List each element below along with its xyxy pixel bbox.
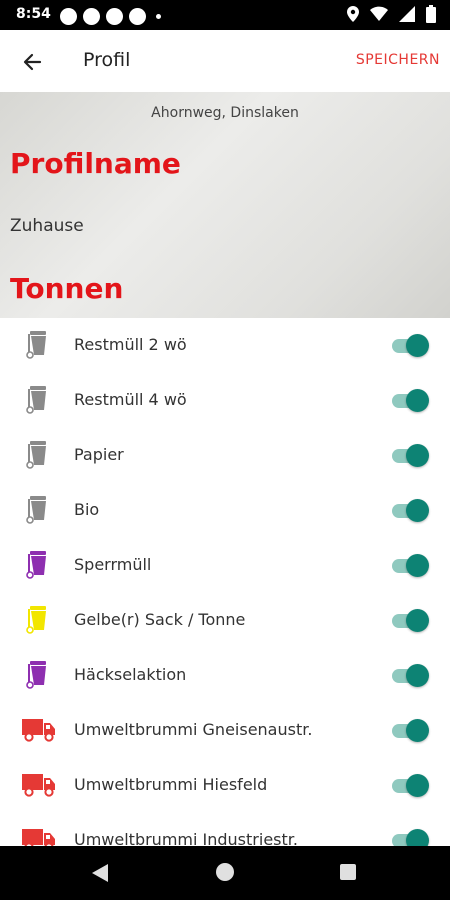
notification-icon <box>83 8 100 25</box>
trash-bin-icon <box>22 385 56 415</box>
bin-toggle[interactable] <box>392 334 430 358</box>
bin-row[interactable]: Umweltbrummi Gneisenaustr. <box>0 703 450 758</box>
battery-icon <box>426 5 436 27</box>
back-arrow-icon[interactable] <box>18 47 48 77</box>
notification-icon <box>60 8 77 25</box>
bin-toggle[interactable] <box>392 609 430 633</box>
trash-bin-icon <box>22 495 56 525</box>
bin-label: Umweltbrummi Hiesfeld <box>74 775 268 794</box>
location-icon <box>346 6 359 26</box>
wifi-icon <box>369 6 388 26</box>
bin-label: Restmüll 4 wö <box>74 390 187 409</box>
notification-icons <box>60 6 161 25</box>
trash-bin-icon <box>22 330 56 360</box>
truck-icon <box>22 825 56 846</box>
status-time: 8:54 <box>16 6 51 22</box>
notification-icon <box>106 8 123 25</box>
bin-row[interactable]: Restmüll 2 wö <box>0 318 450 373</box>
trash-bin-icon <box>22 440 56 470</box>
bin-label: Häckselaktion <box>74 665 187 684</box>
bin-label: Sperrmüll <box>74 555 152 574</box>
status-bar: 8:54 <box>0 0 450 30</box>
bin-toggle[interactable] <box>392 719 430 743</box>
bin-row[interactable]: Umweltbrummi Hiesfeld <box>0 758 450 813</box>
bin-row[interactable]: Sperrmüll <box>0 538 450 593</box>
system-icons <box>341 5 436 27</box>
truck-icon <box>22 770 56 800</box>
truck-icon <box>22 715 56 745</box>
bin-toggle[interactable] <box>392 389 430 413</box>
bin-toggle[interactable] <box>392 499 430 523</box>
page-title: Profil <box>83 49 131 71</box>
app-bar: Profil SPEICHERN <box>0 30 450 93</box>
system-nav-bar <box>0 846 450 900</box>
bin-label: Umweltbrummi Industriestr. <box>74 830 298 846</box>
bin-label: Restmüll 2 wö <box>74 335 187 354</box>
bin-toggle[interactable] <box>392 664 430 688</box>
notification-icon <box>129 8 146 25</box>
nav-back-icon[interactable] <box>92 864 108 886</box>
bin-row[interactable]: Restmüll 4 wö <box>0 373 450 428</box>
bins-list: Restmüll 2 wö Restmüll 4 wö Papier Bio S… <box>0 318 450 846</box>
nav-home-icon[interactable] <box>216 863 234 881</box>
profile-name-field[interactable]: Zuhause <box>10 216 84 236</box>
bin-row[interactable]: Häckselaktion <box>0 648 450 703</box>
bin-label: Umweltbrummi Gneisenaustr. <box>74 720 313 739</box>
signal-icon <box>398 6 415 26</box>
nav-recents-icon[interactable] <box>340 864 356 880</box>
profile-header: Ahornweg, Dinslaken Profilname Zuhause T… <box>0 92 450 318</box>
save-button[interactable]: SPEICHERN <box>356 52 440 68</box>
bin-label: Gelbe(r) Sack / Tonne <box>74 610 246 629</box>
bin-row[interactable]: Papier <box>0 428 450 483</box>
profile-name-heading: Profilname <box>10 147 181 180</box>
bin-row[interactable]: Umweltbrummi Industriestr. <box>0 813 450 846</box>
more-notifications-icon <box>156 14 161 19</box>
bin-label: Bio <box>74 500 100 519</box>
bin-label: Papier <box>74 445 124 464</box>
bin-toggle[interactable] <box>392 554 430 578</box>
bin-toggle[interactable] <box>392 774 430 798</box>
bin-toggle[interactable] <box>392 829 430 846</box>
bin-row[interactable]: Gelbe(r) Sack / Tonne <box>0 593 450 648</box>
bins-heading: Tonnen <box>10 272 124 305</box>
bin-toggle[interactable] <box>392 444 430 468</box>
trash-bin-icon <box>22 550 56 580</box>
bin-row[interactable]: Bio <box>0 483 450 538</box>
address-text: Ahornweg, Dinslaken <box>151 105 299 121</box>
trash-bin-icon <box>22 605 56 635</box>
trash-bin-icon <box>22 660 56 690</box>
